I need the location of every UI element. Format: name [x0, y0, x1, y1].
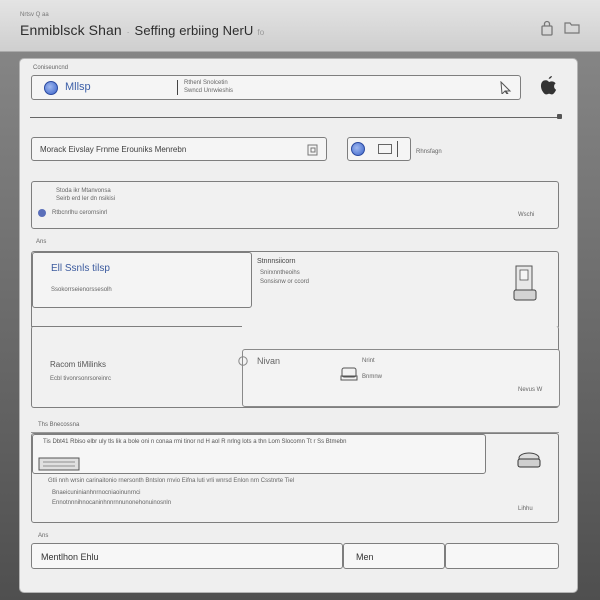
details-banner: Tis Dbt41 Rbiso elbr uly tls lik a bole … [32, 434, 486, 474]
status-dot-icon [38, 209, 46, 217]
footer-field-1[interactable]: Mentlhon Ehlu [31, 543, 343, 569]
account-label: Coniseuncnd [33, 65, 69, 71]
toggle-label: Rhnsfagn [416, 149, 442, 155]
footer-field-2-value: Men [356, 552, 374, 562]
details-body-line1: Gtli nnh wrsin carinaitonio rnersonth Bn… [48, 478, 295, 484]
section-label: Ths Bnecossna [38, 422, 80, 428]
account-info-line2: Swncd Unrwieshis [184, 88, 234, 94]
lock-icon[interactable] [540, 20, 554, 36]
divider-end-icon [557, 114, 562, 119]
cursor-icon [500, 80, 512, 99]
settings-panel: Coniseuncnd Mllsp Rthenl Snolcetin Swncd… [19, 58, 578, 593]
app-window: Nrtsv Q aa Enmiblsck Shan · Seffing erbiin… [0, 0, 600, 600]
title-separator: · [126, 28, 130, 37]
feature-option-sub: Ssokorrseienorssesolh [51, 287, 112, 293]
menu-select[interactable]: Morack Eivslay Frnme Erouniks Menrebn [31, 137, 327, 161]
footer-field-2[interactable]: Men [343, 543, 445, 569]
tab-edge [32, 326, 242, 327]
refresh-icon[interactable] [237, 354, 249, 372]
keyboard-icon [37, 453, 83, 478]
page-title-main: Enmiblsck Shan [20, 22, 122, 38]
browser-toggle[interactable] [347, 137, 411, 161]
options-corner: Nevus W [518, 387, 543, 393]
feature-right-line1: Snirxnntheoihs [260, 270, 300, 276]
footer-field-1-value: Mentlhon Ehlu [41, 552, 99, 562]
device-icon [340, 366, 358, 387]
field-divider [177, 80, 178, 95]
page-title: Enmiblsck Shan · Seffing erbiing NerU fo [20, 22, 264, 38]
page-title-sub: Seffing erbiing NerU [134, 23, 254, 38]
details-body-line2: Bnaeicuninianhnrnocniaoinunrnci [52, 490, 141, 496]
account-info-line1: Rthenl Snolcetin [184, 80, 228, 86]
title-suffix: fo [257, 28, 265, 37]
window-icon [378, 144, 392, 154]
options-right-line1: Nrint [362, 358, 375, 364]
info-card-line3: Rtbcnrlhu cerornsinrl [52, 210, 108, 216]
options-card: Racom tiMilinks Ecbl tivonrsonrsoreinrc … [31, 326, 560, 408]
details-card-corner: Lihhu [518, 506, 533, 512]
options-right-line2: Bnmnw [362, 374, 383, 380]
info-card-line2: Seirb erd ler dn nsikisi [56, 196, 116, 202]
info-card: Stoda ikr Mtanvonsa Seirb erd ler dn nsi… [31, 181, 559, 229]
feature-option-title: Ell Ssnls tilsp [51, 263, 110, 274]
footer-label: Ans [38, 533, 49, 539]
account-value: Mllsp [65, 81, 91, 93]
globe-icon [44, 81, 58, 95]
toggle-divider [397, 141, 398, 157]
options-inner [242, 349, 560, 407]
scanner-icon [514, 450, 544, 475]
section-divider [30, 117, 562, 118]
printer-icon [512, 264, 540, 309]
details-banner-text: Tis Dbt41 Rbiso elbr uly tls lik a bole … [43, 439, 347, 445]
options-left-title: Racom tiMilinks [50, 360, 107, 369]
details-card: Tis Dbt41 Rbiso elbr uly tls lik a bole … [31, 433, 559, 523]
info-card-corner: Wschi [518, 212, 535, 218]
clipboard-icon [306, 143, 320, 162]
section-label: Ans [36, 239, 47, 245]
menu-select-value: Morack Eivslay Frnme Erouniks Menrebn [40, 145, 187, 154]
folder-icon[interactable] [564, 20, 580, 34]
footer-field-3[interactable] [445, 543, 559, 569]
info-card-line1: Stoda ikr Mtanvonsa [56, 188, 111, 194]
feature-card: Ell Ssnls tilsp Ssokorrseienorssesolh St… [31, 251, 559, 329]
feature-right-line2: Sonsisnw or ccord [260, 279, 310, 285]
globe-icon [351, 142, 365, 156]
account-field[interactable]: Mllsp Rthenl Snolcetin Swncd Unrwieshis [31, 75, 521, 100]
apple-icon[interactable] [536, 73, 560, 104]
details-body-line3: Ennotnnnihnocaninhnnrnnunonehonuinosnln [52, 500, 172, 506]
feature-right-title: Stnnnsiicorn [257, 258, 296, 265]
title-bar: Nrtsv Q aa Enmiblsck Shan · Seffing erbiin… [0, 0, 600, 52]
options-center-label: Nivan [257, 356, 281, 366]
feature-option-left[interactable]: Ell Ssnls tilsp Ssokorrseienorssesolh [32, 252, 252, 308]
options-left-sub: Ecbl tivonrsonrsoreinrc [50, 376, 112, 382]
breadcrumb[interactable]: Nrtsv Q aa [20, 12, 49, 18]
